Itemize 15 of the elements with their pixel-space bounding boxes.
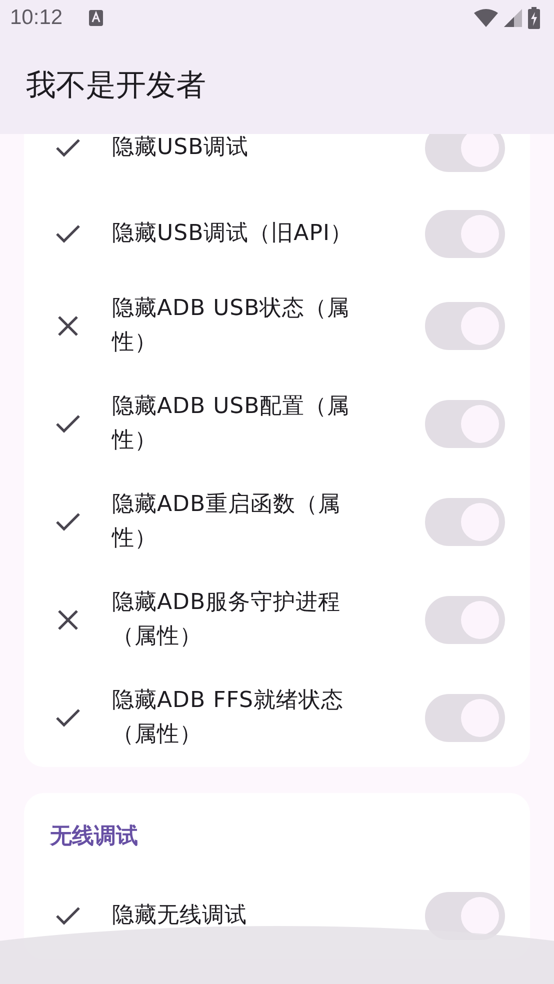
app-title: 我不是开发者 (26, 66, 206, 104)
battery-charging-icon (528, 7, 540, 29)
setting-label: 隐藏无线调试 (112, 902, 248, 930)
section-title: 无线调试 (48, 823, 139, 851)
setting-label: 隐藏USB调试 (112, 134, 250, 162)
status-time: 10:12 (10, 6, 63, 30)
setting-label: 隐藏ADB FFS就绪状态（属性） (112, 687, 344, 749)
setting-label: 隐藏ADB重启函数（属性） (112, 491, 342, 553)
setting-label: 隐藏ADB服务守护进程（属性） (112, 589, 342, 651)
setting-label: 隐藏ADB USB状态（属性） (112, 295, 351, 357)
setting-label: 隐藏ADB USB配置（属性） (112, 393, 351, 455)
signal-icon (504, 9, 522, 27)
keyboard-notification-icon (88, 10, 103, 26)
wifi-icon (474, 9, 498, 27)
setting-label: 隐藏USB调试（旧API） (112, 220, 354, 248)
